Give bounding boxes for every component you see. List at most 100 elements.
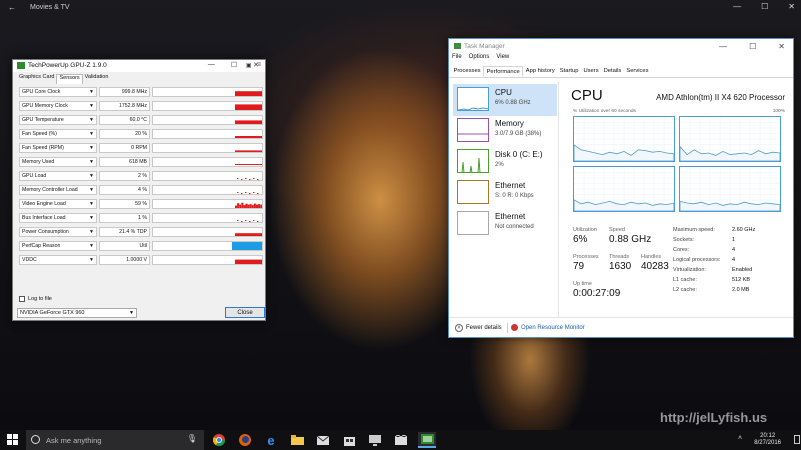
resource-name: Disk 0 (C: E:) [495,150,543,159]
chevron-down-icon[interactable]: ▼ [89,103,94,109]
menu-view[interactable]: View [496,54,509,64]
edge-icon[interactable]: e [262,432,280,448]
minimize-icon[interactable]: — [733,2,741,11]
tab-app-history[interactable]: App history [523,66,557,77]
chevron-down-icon[interactable]: ▼ [89,117,94,123]
sensor-label[interactable]: GPU Temperature [19,115,97,125]
sensor-label[interactable]: GPU Memory Clock [19,101,97,111]
chevron-down-icon[interactable]: ▼ [89,159,94,165]
sensor-label[interactable]: Memory Used [19,157,97,167]
log-to-file[interactable]: Log to file [19,296,52,302]
resource-item-ethernet[interactable]: Ethernet S: 0 R: 0 Kbps [453,177,557,209]
detail-value: 2.0 MB [732,287,750,293]
stat-value: 79 [573,261,585,272]
close-icon[interactable]: ✕ [778,42,785,51]
tab-startup[interactable]: Startup [557,66,581,77]
tab-graphics-card[interactable]: Graphics Card [17,74,56,84]
resource-item-memory[interactable]: Memory 3.0/7.9 GB (38%) [453,115,557,147]
sensor-label[interactable]: Fan Speed (RPM) [19,143,97,153]
store-icon[interactable] [340,432,358,448]
resource-item-cpu[interactable]: CPU 6% 0.88 GHz [453,84,557,116]
log-checkbox[interactable] [19,296,25,302]
menu-file[interactable]: File [452,54,462,64]
detail-key: Maximum speed: [673,227,715,233]
chevron-down-icon[interactable]: ▼ [89,229,94,235]
sensor-dot [257,193,259,194]
chrome-icon[interactable] [210,432,228,448]
menu-options[interactable]: Options [469,54,490,64]
sensor-label[interactable]: VDDC [19,255,97,265]
chevron-down-icon[interactable]: ▼ [89,201,94,207]
gpu-select-value: NVIDIA GeForce GTX 960 [20,310,85,316]
sensor-row: Memory Used ▼ 618 MB [17,156,263,168]
resource-monitor-label: Open Resource Monitor [521,324,585,331]
microphone-icon[interactable]: 🎙 [187,434,197,443]
tab-validation[interactable]: Validation [83,74,111,84]
tab-services[interactable]: Services [624,66,651,77]
sensor-graph [152,115,263,125]
maximize-icon[interactable]: ☐ [749,42,756,51]
chevron-down-icon[interactable]: ▼ [89,243,94,249]
maximize-icon[interactable]: ☐ [231,61,237,69]
sensor-graph [152,157,263,167]
gpu-select[interactable]: NVIDIA GeForce GTX 960 ▼ [17,308,137,318]
minimize-icon[interactable]: — [719,42,727,51]
gpuz-titlebar[interactable]: TechPowerUp GPU-Z 1.9.0 — ☐ ✕ [13,60,265,72]
chevron-down-icon[interactable]: ▼ [89,173,94,179]
camera-icon[interactable]: ▣ [246,62,252,69]
fewer-details-link[interactable]: ˄ Fewer details [455,324,502,332]
resource-item-disk[interactable]: Disk 0 (C: E:) 2% [453,146,557,178]
close-button[interactable]: Close [225,307,265,318]
resource-monitor-link[interactable]: Open Resource Monitor [511,324,585,331]
sensor-value: 1 % [99,213,150,223]
tab-users[interactable]: Users [581,66,601,77]
sensor-dot [241,179,243,180]
resource-sub: S: 0 R: 0 Kbps [495,193,534,199]
sensor-label[interactable]: Power Consumption [19,227,97,237]
chevron-down-icon[interactable]: ▼ [89,257,94,263]
tray-chevron-icon[interactable]: ˄ [738,435,742,442]
sensor-label[interactable]: PerfCap Reason [19,241,97,251]
file-explorer-icon[interactable] [288,432,306,448]
notification-icon[interactable] [794,435,800,444]
resource-name: Ethernet [495,212,526,221]
tab-details[interactable]: Details [601,66,624,77]
sensor-label[interactable]: GPU Core Clock [19,87,97,97]
movies-tv-icon[interactable] [392,432,410,448]
maximize-icon[interactable]: ☐ [761,2,768,11]
close-icon[interactable]: ✕ [788,2,795,11]
chevron-down-icon[interactable]: ▼ [89,145,94,151]
resource-thumbnail [457,118,489,142]
firefox-icon[interactable] [236,432,254,448]
menu-icon[interactable]: ≡ [257,62,261,69]
search-box[interactable]: Ask me anything 🎙 [26,430,204,450]
chevron-down-icon[interactable]: ▼ [89,187,94,193]
minimize-icon[interactable]: — [208,61,215,69]
chevron-down-icon[interactable]: ▼ [89,89,94,95]
sensor-graph [152,171,263,181]
footer-divider [507,323,508,333]
sensor-label[interactable]: Fan Speed (%) [19,129,97,139]
chevron-down-icon[interactable]: ▼ [89,131,94,137]
computer-icon[interactable] [366,432,384,448]
tab-performance[interactable]: Performance [483,66,524,77]
mail-icon[interactable] [314,432,332,448]
sensor-line [235,164,262,165]
chevron-down-icon[interactable]: ▼ [89,215,94,221]
gpuz-taskbar-icon[interactable] [418,432,436,448]
resource-item-ethernet[interactable]: Ethernet Not connected [453,208,557,240]
sensor-row: Bus Interface Load ▼ 1 % [17,212,263,224]
sensor-label[interactable]: GPU Load [19,171,97,181]
tm-titlebar[interactable]: Task Manager — ☐ ✕ [449,39,793,54]
sensor-label[interactable]: Video Engine Load [19,199,97,209]
tab-processes[interactable]: Processes [451,66,483,77]
detail-value: Enabled [732,267,753,273]
sensor-value: 21.4 % TDP [99,227,150,237]
back-arrow-icon[interactable]: ← [8,3,16,12]
sensor-label[interactable]: Memory Controller Load [19,185,97,195]
tab-sensors[interactable]: Sensors [56,74,83,84]
windows-start-icon[interactable] [7,434,19,446]
clock[interactable]: 20:12 8/27/2016 [754,433,781,447]
sensor-label[interactable]: Bus Interface Load [19,213,97,223]
sensor-spike [237,203,240,208]
